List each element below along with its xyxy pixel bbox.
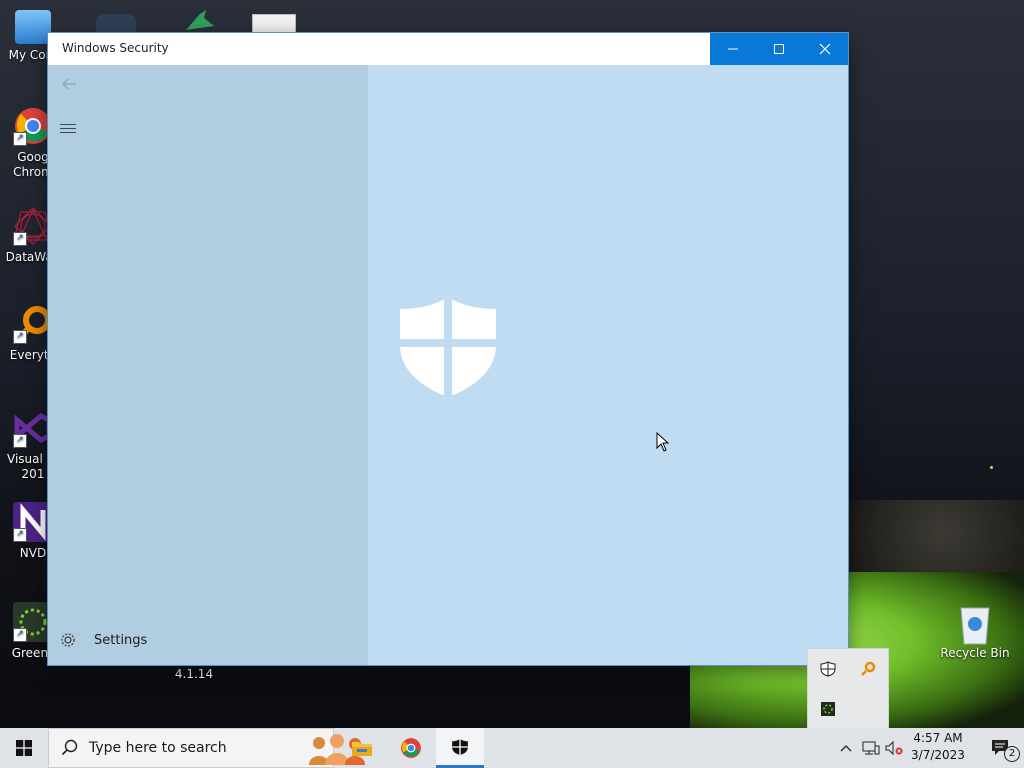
desktop-icon-label: Recycle Bin	[940, 646, 1010, 660]
shortcut-arrow-icon: ↗	[13, 232, 27, 246]
search-placeholder: Type here to search	[89, 740, 227, 756]
shortcut-arrow-icon: ↗	[13, 434, 27, 448]
shortcut-arrow-icon: ↗	[13, 628, 27, 642]
defender-shield-logo	[398, 295, 498, 399]
chevron-up-icon	[840, 745, 852, 752]
close-icon	[819, 43, 831, 55]
network-icon	[862, 741, 880, 755]
taskbar: Type here to search 4:57 AM 3/7/2023 2	[0, 728, 1024, 768]
shortcut-arrow-icon: ↗	[13, 330, 27, 344]
chrome-icon: ↗	[13, 106, 53, 146]
clock-time: 4:57 AM	[913, 731, 963, 745]
window-controls	[710, 33, 848, 65]
back-button[interactable]	[60, 75, 80, 95]
mouse-cursor-icon	[656, 432, 670, 452]
close-button[interactable]	[802, 33, 848, 65]
visual-studio-icon: ↗	[13, 408, 53, 448]
network-tray-button[interactable]	[862, 728, 880, 768]
shield-icon	[452, 738, 468, 755]
minimize-button[interactable]	[710, 33, 756, 65]
shortcut-arrow-icon: ↗	[13, 132, 27, 146]
settings-label: Settings	[94, 632, 148, 648]
maximize-button[interactable]	[756, 33, 802, 65]
minimize-icon	[728, 48, 738, 50]
everything-tray-icon[interactable]	[858, 659, 878, 679]
start-button[interactable]	[0, 728, 48, 768]
computer-icon	[15, 10, 51, 44]
notification-count-badge: 2	[1004, 746, 1020, 762]
hummingbird-icon[interactable]	[180, 8, 220, 33]
recycle-bin-icon	[955, 602, 995, 645]
desktop-icon-recycle-bin[interactable]: Recycle Bin	[940, 602, 1010, 661]
folder-icon	[352, 742, 372, 756]
action-center-button[interactable]: 2	[978, 728, 1024, 768]
navigation-pane: Settings	[48, 65, 368, 665]
shortcut-arrow-icon: ↗	[13, 528, 27, 542]
volume-tray-button[interactable]	[884, 728, 904, 768]
taskbar-chrome[interactable]	[387, 728, 435, 768]
taskbar-clock[interactable]: 4:57 AM 3/7/2023	[908, 730, 968, 764]
maximize-icon	[774, 44, 784, 54]
title-bar[interactable]: Windows Security	[48, 33, 848, 65]
search-icon	[61, 739, 78, 756]
back-arrow-icon	[62, 78, 76, 90]
wallpaper-star	[990, 466, 993, 469]
taskbar-windows-security[interactable]	[436, 728, 484, 768]
windows-security-window: Windows Security Settings	[48, 33, 848, 665]
everything-icon: ↗	[13, 304, 53, 344]
search-box[interactable]: Type here to search	[48, 728, 365, 768]
hamburger-menu-button[interactable]	[60, 121, 76, 135]
greenshot-icon: ↗	[13, 602, 53, 642]
steam-icon[interactable]	[96, 14, 136, 34]
settings-nav-item[interactable]: Settings	[60, 629, 147, 651]
clock-date: 3/7/2023	[911, 748, 965, 762]
nvda-icon: ↗	[13, 502, 53, 542]
desktop-icon-partial-label: 4.1.14	[174, 667, 214, 681]
datawag-icon: ↗	[13, 206, 53, 246]
volume-muted-icon	[885, 740, 903, 756]
taskbar-file-explorer[interactable]	[338, 728, 386, 768]
windows-logo-icon	[16, 740, 32, 756]
windows-security-tray-icon[interactable]	[818, 659, 838, 679]
window-title: Windows Security	[62, 41, 169, 55]
gear-icon	[61, 633, 75, 647]
tray-overflow-popup	[807, 648, 889, 730]
greenshot-tray-icon[interactable]	[818, 699, 838, 719]
show-hidden-icons-button[interactable]	[838, 728, 854, 768]
chrome-icon	[401, 738, 421, 758]
